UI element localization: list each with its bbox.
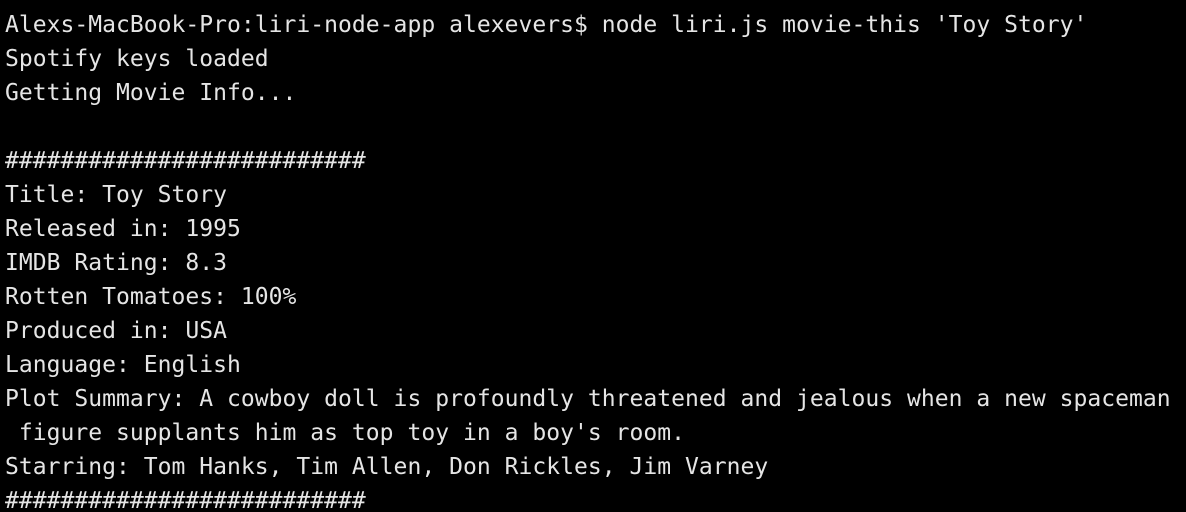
terminal-output: Alexs-MacBook-Pro:liri-node-app alexever… bbox=[5, 8, 1171, 512]
output-line: Spotify keys loaded bbox=[5, 46, 269, 72]
movie-rotten-tomatoes-line: Rotten Tomatoes: 100% bbox=[5, 284, 297, 310]
movie-released-line: Released in: 1995 bbox=[5, 216, 241, 242]
movie-title-line: Title: Toy Story bbox=[5, 182, 228, 208]
movie-language-line: Language: English bbox=[5, 352, 241, 378]
movie-country-line: Produced in: USA bbox=[5, 318, 228, 344]
output-line: Getting Movie Info... bbox=[5, 80, 297, 106]
movie-plot-line: Plot Summary: A cowboy doll is profoundl… bbox=[5, 386, 1171, 412]
blank-line bbox=[5, 110, 1171, 144]
terminal-window[interactable]: Alexs-MacBook-Pro:liri-node-app alexever… bbox=[0, 0, 1186, 512]
separator-line: ########################## bbox=[5, 148, 366, 174]
movie-starring-line: Starring: Tom Hanks, Tim Allen, Don Rick… bbox=[5, 454, 769, 480]
movie-imdb-rating-line: IMDB Rating: 8.3 bbox=[5, 250, 228, 276]
separator-line: ########################## bbox=[5, 488, 366, 512]
movie-plot-continuation-line: figure supplants him as top toy in a boy… bbox=[5, 420, 685, 446]
command-prompt-line: Alexs-MacBook-Pro:liri-node-app alexever… bbox=[5, 12, 1088, 38]
